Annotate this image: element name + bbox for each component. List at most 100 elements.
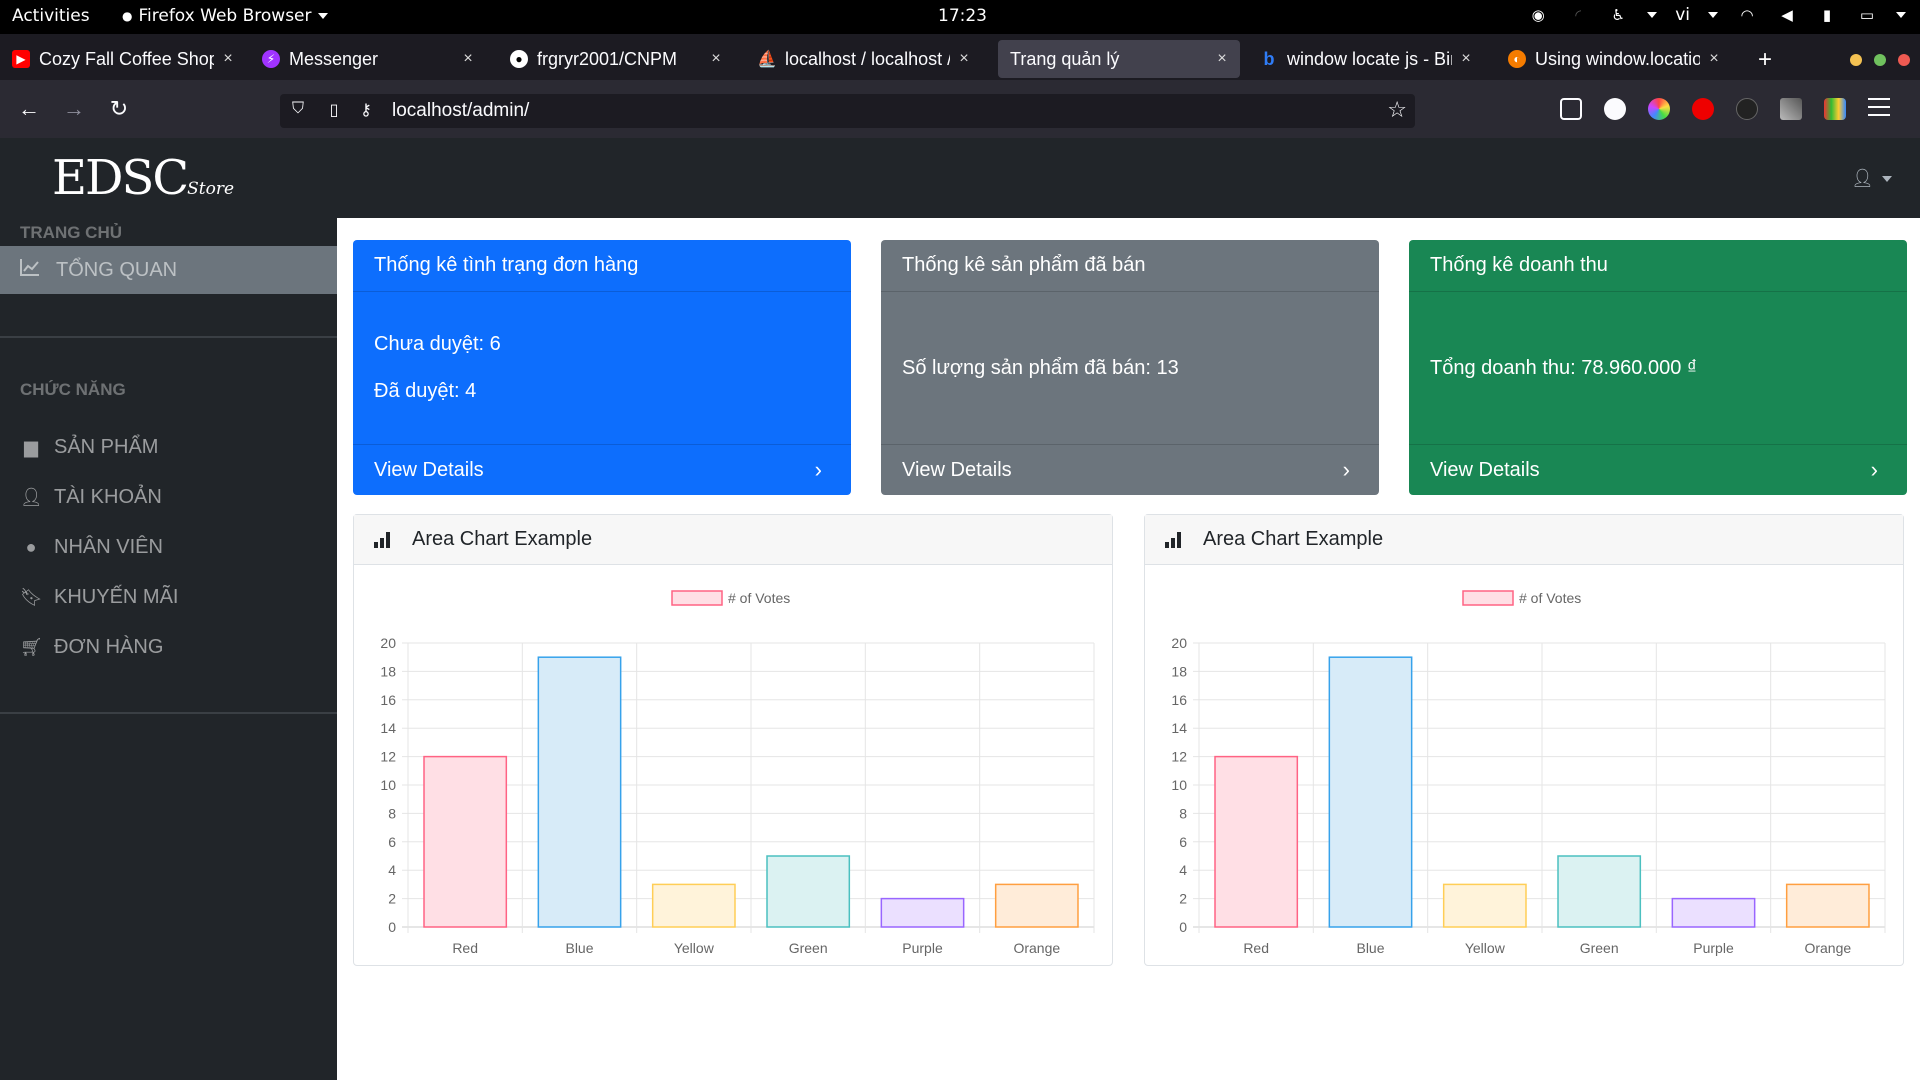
chevron-down-icon[interactable]	[1896, 12, 1906, 18]
bookmark-star-icon[interactable]: ☆	[1387, 97, 1407, 123]
view-details-label: View Details	[374, 458, 484, 481]
close-window-button[interactable]	[1898, 54, 1910, 66]
view-details-link[interactable]: View Details ›	[881, 444, 1379, 495]
chart-legend: # of Votes	[1462, 590, 1581, 606]
clock[interactable]: 17:23	[938, 6, 987, 26]
chevron-down-icon[interactable]	[1647, 12, 1658, 18]
tab-phpmyadmin[interactable]: ⛵ localhost / localhost / ×	[746, 40, 982, 78]
key-icon[interactable]: ⚷	[356, 100, 376, 122]
x-tick-label: Blue	[565, 940, 593, 956]
youtube-icon: ▶	[12, 50, 30, 68]
sidebar-item-tong-quan[interactable]: TỔNG QUAN	[0, 246, 337, 294]
total-revenue-text: Tổng doanh thu: 78.960.000 ₫	[1430, 356, 1698, 379]
x-tick-label: Yellow	[1465, 940, 1506, 956]
menu-icon[interactable]	[1868, 98, 1890, 120]
bar-chart: # of Votes 0 2 4 6 8 10 12 14 16 18 20 Red Blue Yellow…	[380, 590, 1095, 956]
chart-card-right: Area Chart Example # of Votes 0 2 4 6 8 10 12 14…	[1144, 514, 1904, 966]
logo-sub-text: Store	[187, 179, 235, 199]
microphone-icon[interactable]: ▮	[1816, 4, 1838, 26]
url-bar[interactable]: ⛉ ▯ ⚷ localhost/admin/ ☆	[280, 94, 1415, 128]
chevron-down-icon[interactable]	[1708, 12, 1718, 18]
legend-label: # of Votes	[728, 590, 790, 606]
brand-logo[interactable]: EDSCStore	[52, 150, 234, 206]
back-arrow-icon[interactable]: ←	[14, 94, 44, 124]
x-tick-label: Orange	[1013, 940, 1060, 956]
bar-yellow	[651, 883, 736, 928]
tab-trang-quan-ly[interactable]: Trang quản lý ×	[998, 40, 1240, 78]
battery-icon[interactable]: ▭	[1856, 4, 1878, 26]
order-status-card: Thống kê tình trạng đơn hàng Chưa duyệt:…	[353, 240, 851, 495]
wifi-icon[interactable]: ◠	[1736, 4, 1758, 26]
tab-extension-icon[interactable]	[1824, 98, 1846, 120]
x-tick-label: Orange	[1804, 940, 1851, 956]
chevron-right-icon: ›	[1870, 457, 1878, 482]
bar-green	[1557, 855, 1642, 928]
page-icon[interactable]: ▯	[324, 100, 344, 122]
logo-main-text: EDSC	[52, 150, 189, 206]
products-sold-card: Thống kê sản phẩm đã bán Số lượng sản ph…	[881, 240, 1379, 495]
close-icon[interactable]: ×	[218, 50, 238, 68]
tab-messenger[interactable]: ⚡ Messenger ×	[250, 40, 486, 78]
user-icon: 👤︎	[20, 487, 43, 507]
sidebar-item-san-pham[interactable]: ▆ SẢN PHẨM	[20, 436, 158, 459]
x-tick-label: Green	[789, 940, 828, 956]
reload-icon[interactable]: ↻	[104, 94, 134, 124]
close-icon[interactable]: ×	[1212, 50, 1232, 68]
close-icon[interactable]: ×	[458, 50, 478, 68]
sidebar-item-tai-khoan[interactable]: 👤︎ TÀI KHOẢN	[20, 486, 162, 509]
card-title: Thống kê doanh thu	[1409, 240, 1907, 292]
bar-blue	[537, 656, 622, 928]
color-picker-extension-icon[interactable]	[1648, 98, 1670, 120]
close-icon[interactable]: ×	[1456, 50, 1476, 68]
url-text[interactable]: localhost/admin/	[392, 100, 529, 122]
sidebar-item-don-hang[interactable]: 🛒︎ ĐƠN HÀNG	[20, 636, 163, 659]
pocket-icon[interactable]	[1560, 98, 1582, 120]
bar-chart-icon	[374, 531, 394, 548]
volume-icon[interactable]: ◀	[1776, 4, 1798, 26]
bar-chart-icon	[1165, 531, 1185, 548]
y-tick-label: 8	[1179, 805, 1187, 821]
chart-card-title: Area Chart Example	[1203, 528, 1384, 550]
keyboard-layout[interactable]: vi	[1675, 5, 1690, 25]
extension-toolbar	[1560, 98, 1890, 120]
accessibility-icon[interactable]: ♿	[1607, 4, 1629, 26]
maximize-button[interactable]	[1874, 54, 1886, 66]
minimize-button[interactable]	[1850, 54, 1862, 66]
eyedropper-extension-icon[interactable]	[1780, 98, 1802, 120]
sidebar-item-nhan-vien[interactable]: ● NHÂN VIÊN	[20, 536, 163, 559]
close-icon[interactable]: ×	[954, 50, 974, 68]
close-icon[interactable]: ×	[1704, 50, 1724, 68]
x-tick-label: Yellow	[674, 940, 715, 956]
tab-bing[interactable]: b window locate js - Bin ×	[1248, 40, 1484, 78]
discord-icon[interactable]: ◉	[1527, 4, 1549, 26]
translate-extension-icon[interactable]	[1604, 98, 1626, 120]
new-tab-icon[interactable]: +	[1758, 46, 1772, 74]
y-tick-label: 16	[380, 692, 396, 708]
x-tick-label: Purple	[1693, 940, 1734, 956]
chart-card-header: Area Chart Example	[354, 515, 1112, 565]
close-icon[interactable]: ×	[706, 50, 726, 68]
activities-button[interactable]: Activities	[12, 6, 90, 26]
dark-reader-extension-icon[interactable]	[1736, 98, 1758, 120]
sidebar-item-label: TÀI KHOẢN	[54, 486, 162, 508]
app-name: Firefox Web Browser	[138, 6, 312, 26]
app-menu[interactable]: ● Firefox Web Browser	[122, 6, 328, 26]
y-tick-label: 0	[1179, 919, 1187, 935]
app-header: EDSCStore 👤︎	[0, 138, 1920, 218]
bar-purple	[880, 897, 965, 928]
bookmark-icon: 🔖︎	[20, 587, 43, 607]
view-details-link[interactable]: View Details ›	[353, 444, 851, 495]
bar-chart: # of Votes 0 2 4 6 8 10 12 14 16 18 20 Red Blue Yellow…	[1171, 590, 1886, 956]
shield-icon[interactable]: ⛉	[288, 100, 308, 122]
user-menu[interactable]: 👤︎	[1851, 168, 1892, 189]
adblock-extension-icon[interactable]	[1692, 98, 1714, 120]
sidebar-item-khuyen-mai[interactable]: 🔖︎ KHUYẾN MÃI	[20, 586, 178, 609]
forward-arrow-icon[interactable]: →	[59, 94, 89, 124]
y-tick-label: 10	[380, 777, 396, 793]
tab-window-location[interactable]: ◐ Using window.locatio ×	[1496, 40, 1732, 78]
tab-github[interactable]: ● frgryr2001/CNPM ×	[498, 40, 734, 78]
tab-cozy-fall[interactable]: ▶ Cozy Fall Coffee Shop ×	[0, 40, 246, 78]
chart-card-header: Area Chart Example	[1145, 515, 1903, 565]
user-icon: 👤︎	[1851, 168, 1874, 188]
view-details-link[interactable]: View Details ›	[1409, 444, 1907, 495]
